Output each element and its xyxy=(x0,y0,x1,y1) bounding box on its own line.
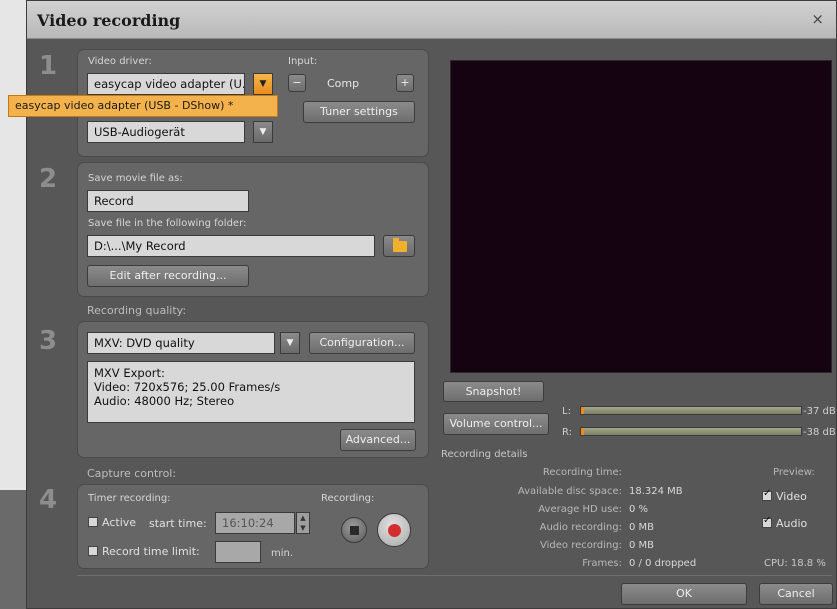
volume-control-button[interactable]: Volume control... xyxy=(443,413,549,435)
spin-up-icon: ▲ xyxy=(300,514,306,522)
folder-label: Save file in the following folder: xyxy=(88,218,247,229)
frames-label: Frames: xyxy=(582,558,622,569)
dialog-title: Video recording xyxy=(37,11,181,30)
footer-divider xyxy=(77,575,832,576)
meter-level xyxy=(581,428,584,435)
video-recording-dialog: Video recording × 1 Video driver: easyca… xyxy=(26,0,837,609)
record-icon xyxy=(388,524,401,537)
browse-folder-button[interactable] xyxy=(383,235,415,257)
input-minus-button[interactable]: − xyxy=(288,74,306,92)
desktop-background-strip xyxy=(0,490,28,609)
checkbox-icon xyxy=(88,517,98,527)
chevron-down-icon: ▼ xyxy=(259,127,267,137)
audio-recording-label: Audio recording: xyxy=(539,522,622,533)
chevron-down-icon: ▼ xyxy=(259,79,267,89)
meter-left-label: L: xyxy=(562,406,571,417)
capture-control-label: Capture control: xyxy=(87,467,177,480)
input-plus-button[interactable]: + xyxy=(396,74,414,92)
recording-label: Recording: xyxy=(321,493,375,504)
start-time-spinner[interactable]: ▲ ▼ xyxy=(296,512,310,534)
quality-dropdown-button[interactable]: ▼ xyxy=(280,332,300,354)
section-capture-control: Timer recording: Recording: Active start… xyxy=(77,484,429,569)
section-recording-quality: MXV: DVD quality ▼ Configuration... MXV … xyxy=(77,321,429,458)
section-number-1: 1 xyxy=(39,51,58,81)
edit-after-recording-button[interactable]: Edit after recording... xyxy=(87,265,249,287)
ok-button[interactable]: OK xyxy=(621,583,747,605)
record-button[interactable] xyxy=(377,513,411,547)
start-time-input[interactable]: 16:10:24 xyxy=(215,512,295,534)
minus-icon: − xyxy=(292,76,302,89)
cancel-button[interactable]: Cancel xyxy=(759,583,833,605)
close-icon[interactable]: × xyxy=(811,10,824,28)
cpu-usage: CPU: 18.8 % xyxy=(764,558,826,569)
video-driver-dropdown-button[interactable]: ▼ xyxy=(253,73,273,95)
quality-info-line: MXV Export: xyxy=(94,366,165,380)
preview-label: Preview: xyxy=(773,467,815,478)
quality-info-box: MXV Export: Video: 720x576; 25.00 Frames… xyxy=(87,361,415,423)
frames-value: 0 / 0 dropped xyxy=(629,558,697,569)
meter-left-db: -37 dB xyxy=(803,406,836,417)
preview-video-label: Video xyxy=(776,490,807,503)
save-as-label: Save movie file as: xyxy=(88,173,183,184)
active-checkbox-label: Active xyxy=(102,516,137,529)
preview-audio-label: Audio xyxy=(776,517,808,530)
stop-button[interactable] xyxy=(341,517,367,543)
video-recording-label: Video recording: xyxy=(540,540,622,551)
input-label: Input: xyxy=(288,56,318,67)
volume-meter-left xyxy=(580,406,802,415)
video-preview xyxy=(450,60,832,373)
video-driver-select[interactable]: easycap video adapter (U... xyxy=(87,73,245,95)
time-limit-input[interactable] xyxy=(215,541,261,563)
folder-input[interactable]: D:\...\My Record xyxy=(87,235,375,257)
time-limit-unit: min. xyxy=(271,548,294,559)
section-number-2: 2 xyxy=(39,164,58,194)
record-time-limit-checkbox[interactable]: Record time limit: xyxy=(88,545,200,558)
preview-video-checkbox[interactable]: Video xyxy=(762,488,807,503)
folder-icon xyxy=(393,238,407,252)
configuration-button[interactable]: Configuration... xyxy=(309,332,415,354)
audio-recording-value: 0 MB xyxy=(629,522,655,533)
section-save-file: Save movie file as: Record Save file in … xyxy=(77,162,429,297)
video-recording-value: 0 MB xyxy=(629,540,655,551)
quality-info-line: Video: 720x576; 25.00 Frames/s xyxy=(94,380,281,394)
section-number-4: 4 xyxy=(39,485,58,515)
input-value: Comp xyxy=(327,77,360,90)
quality-info-line: Audio: 48000 Hz; Stereo xyxy=(94,394,235,408)
snapshot-button[interactable]: Snapshot! xyxy=(443,381,544,402)
checkbox-icon xyxy=(88,546,98,556)
timer-recording-label: Timer recording: xyxy=(88,493,171,504)
hd-use-label: Average HD use: xyxy=(538,504,622,515)
quality-select[interactable]: MXV: DVD quality xyxy=(87,332,275,354)
checkbox-icon xyxy=(762,515,772,528)
tuner-settings-button[interactable]: Tuner settings xyxy=(303,101,415,123)
meter-level xyxy=(581,407,584,414)
chevron-down-icon: ▼ xyxy=(286,338,294,348)
start-time-label: start time: xyxy=(149,517,207,530)
plus-icon: + xyxy=(400,76,410,89)
audio-device-dropdown-button[interactable]: ▼ xyxy=(253,121,273,143)
title-bar: Video recording × xyxy=(27,1,836,39)
disc-space-label: Available disc space: xyxy=(517,486,622,497)
video-driver-label: Video driver: xyxy=(88,56,152,67)
checkbox-icon xyxy=(762,488,772,501)
audio-device-select[interactable]: USB-Audiogerät xyxy=(87,121,245,143)
volume-meter-right xyxy=(580,427,802,436)
section-number-3: 3 xyxy=(39,326,58,356)
meter-right-label: R: xyxy=(562,427,573,438)
stop-icon xyxy=(350,526,359,535)
spin-down-icon: ▼ xyxy=(300,524,306,532)
record-time-limit-label: Record time limit: xyxy=(102,545,200,558)
save-as-input[interactable]: Record xyxy=(87,190,249,212)
active-checkbox[interactable]: Active xyxy=(88,516,136,529)
recording-time-label: Recording time: xyxy=(542,467,622,478)
advanced-button[interactable]: Advanced... xyxy=(340,429,416,451)
hd-use-value: 0 % xyxy=(629,504,649,515)
disc-space-value: 18.324 MB xyxy=(629,486,683,497)
recording-quality-label: Recording quality: xyxy=(87,304,187,317)
video-driver-option[interactable]: easycap video adapter (USB - DShow) * xyxy=(8,95,278,117)
preview-audio-checkbox[interactable]: Audio xyxy=(762,515,808,530)
meter-right-db: -38 dB xyxy=(803,427,836,438)
recording-details-heading: Recording details xyxy=(441,449,528,460)
